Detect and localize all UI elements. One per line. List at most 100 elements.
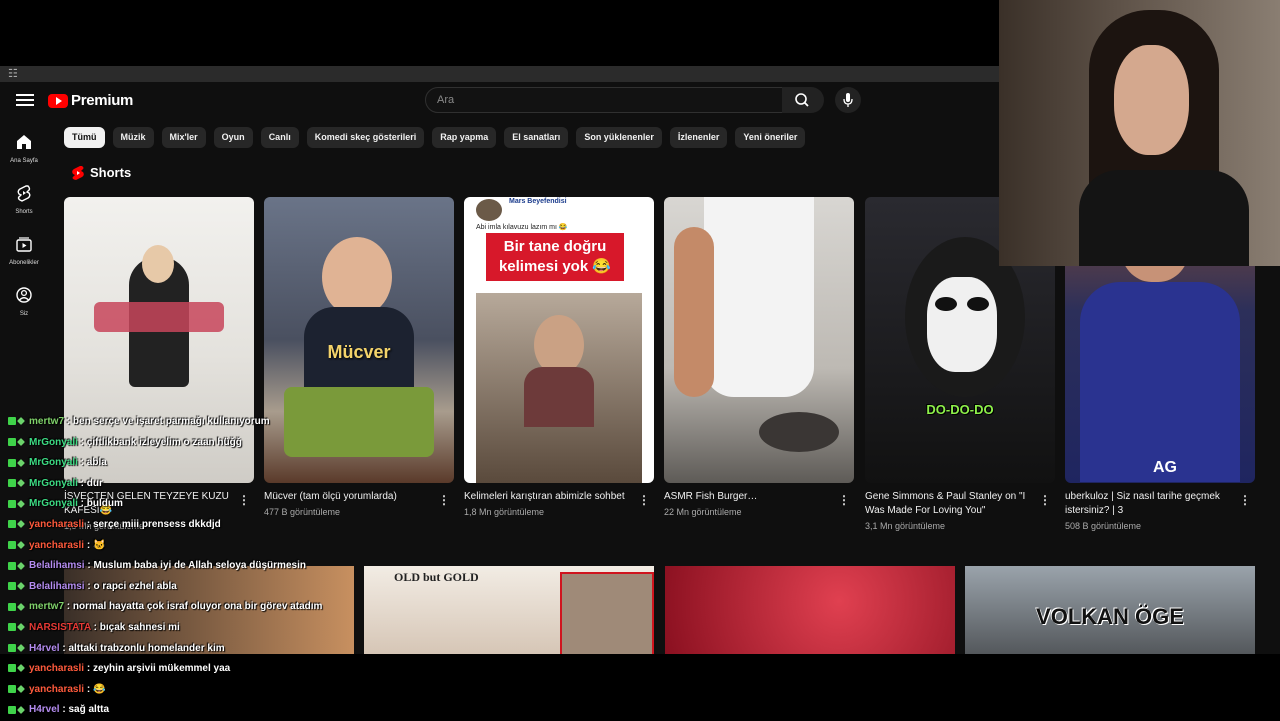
- chip-mixes[interactable]: Mix'ler: [161, 127, 206, 148]
- short-card[interactable]: ASMR Fish Burger… 22 Mn görüntüleme ⋮: [664, 197, 854, 517]
- short-title[interactable]: uberkuloz | Siz nasıl tarihe geçmek iste…: [1065, 490, 1255, 518]
- chat-username[interactable]: yancharasli: [29, 663, 84, 674]
- kick-badge-icon: [8, 540, 16, 549]
- chat-username[interactable]: MrGonyali: [29, 457, 78, 468]
- chip-live[interactable]: Canlı: [260, 127, 299, 148]
- subscriptions-icon: [16, 237, 32, 252]
- short-views: 508 B görüntüleme: [1065, 521, 1142, 531]
- account-icon: [16, 287, 32, 303]
- more-options-icon[interactable]: ⋮: [638, 493, 650, 507]
- chat-username[interactable]: MrGonyali: [29, 498, 78, 509]
- youtube-play-icon: [48, 93, 68, 108]
- short-overlay-text: Bir tane doğru kelimesi yok 😂: [486, 233, 624, 281]
- chip-crafts[interactable]: El sanatları: [504, 127, 569, 148]
- chat-username[interactable]: yancharasli: [29, 684, 84, 695]
- chat-message: MrGonyali : buldum: [8, 494, 468, 515]
- chat-username[interactable]: NARSISTATA: [29, 622, 91, 633]
- chat-separator: :: [64, 601, 73, 613]
- search-box: [425, 87, 784, 113]
- sidebar-item-shorts[interactable]: Shorts: [0, 181, 48, 232]
- sidebar-item-home[interactable]: Ana Sayfa: [0, 130, 48, 181]
- chat-username[interactable]: mertw7: [29, 416, 64, 427]
- kick-badge-icon: [8, 499, 16, 508]
- chip-gaming[interactable]: Oyun: [213, 127, 253, 148]
- sub-badge-icon: [17, 561, 25, 570]
- chat-separator: :: [84, 683, 93, 695]
- more-options-icon[interactable]: ⋮: [838, 493, 850, 507]
- chat-text: Muslum baba iyi de Allah seloya düşürmes…: [93, 560, 306, 572]
- kick-badge-icon: [8, 623, 16, 632]
- chat-text: o rapci ezhel abla: [93, 580, 177, 592]
- chat-text: 🐱: [92, 539, 106, 551]
- short-title[interactable]: ASMR Fish Burger…: [664, 490, 854, 504]
- more-options-icon[interactable]: ⋮: [1039, 493, 1051, 507]
- search-icon: [795, 93, 809, 107]
- sub-badge-icon: [17, 437, 25, 446]
- chat-username[interactable]: H4rvel: [29, 643, 60, 654]
- brand-label: Premium: [71, 92, 134, 109]
- sidebar-item-subscriptions[interactable]: Abonelikler: [0, 232, 48, 283]
- chat-message: yancharasli : 🐱: [8, 536, 468, 557]
- chip-recently-uploaded[interactable]: Son yüklenenler: [576, 127, 662, 148]
- chat-message: yancharasli : serçe miii prensess dkkdjd: [8, 515, 468, 536]
- chat-username[interactable]: MrGonyali: [29, 437, 78, 448]
- kick-badge-icon: [8, 520, 16, 529]
- post-text: Abi imla kılavuzu lazım mı 😂: [476, 224, 568, 231]
- short-views: 1,8 Mn görüntüleme: [464, 507, 545, 517]
- chip-sketch-comedy[interactable]: Komedi skeç gösterileri: [306, 127, 425, 148]
- menu-icon[interactable]: [16, 91, 34, 107]
- short-views: 22 Mn görüntüleme: [664, 507, 742, 517]
- video-thumbnail[interactable]: [665, 566, 955, 654]
- sidebar-item-you[interactable]: Siz: [0, 283, 48, 334]
- sub-badge-icon: [17, 664, 25, 673]
- sub-badge-icon: [17, 705, 25, 714]
- chat-separator: :: [84, 518, 93, 530]
- sub-badge-icon: [17, 499, 25, 508]
- video-thumbnail[interactable]: VOLKAN ÖGE: [965, 566, 1255, 654]
- short-card[interactable]: Mars Beyefendisi Abi imla kılavuzu lazım…: [464, 197, 654, 517]
- chat-text: normal hayatta çok israf oluyor ona bir …: [72, 601, 323, 613]
- sidebar-item-label: Siz: [19, 311, 29, 317]
- sub-badge-icon: [17, 520, 25, 529]
- chat-message: mertw7 : ben serçe ve işaret parmağı kul…: [8, 412, 468, 433]
- chat-message: MrGonyali : çiftlikbank izleyelim o zaan…: [8, 433, 468, 454]
- chat-username[interactable]: yancharasli: [29, 519, 84, 530]
- kick-badge-icon: [8, 417, 16, 426]
- home-icon: [17, 135, 31, 149]
- short-overlay-text: Mücver: [327, 342, 391, 362]
- chat-username[interactable]: mertw7: [29, 601, 64, 612]
- kick-badge-icon: [8, 479, 16, 488]
- short-title[interactable]: Kelimeleri karıştıran abimizle sohbet: [464, 490, 654, 504]
- chat-text: zeyhin arşivii mükemmel yaa: [92, 663, 231, 675]
- mic-icon: [843, 93, 853, 107]
- chip-rap[interactable]: Rap yapma: [432, 127, 497, 148]
- chip-all[interactable]: Tümü: [64, 127, 105, 148]
- chat-message: Belalihamsi : o rapci ezhel abla: [8, 577, 468, 598]
- chip-music[interactable]: Müzik: [112, 127, 154, 148]
- chip-watched[interactable]: İzlenenler: [669, 127, 728, 148]
- chat-username[interactable]: MrGonyali: [29, 478, 78, 489]
- more-options-icon[interactable]: ⋮: [1239, 493, 1251, 507]
- voice-search-button[interactable]: [835, 87, 861, 113]
- chat-username[interactable]: Belalihamsi: [29, 581, 85, 592]
- short-thumbnail[interactable]: [664, 197, 854, 483]
- chip-new-to-you[interactable]: Yeni öneriler: [735, 127, 806, 148]
- sub-badge-icon: [17, 479, 25, 488]
- kick-badge-icon: [8, 643, 16, 652]
- sidebar: Ana Sayfa Shorts Abonelikler Siz: [0, 130, 48, 334]
- post-author: Mars Beyefendisi: [509, 198, 567, 205]
- search-button[interactable]: [782, 87, 824, 113]
- sub-badge-icon: [17, 685, 25, 694]
- short-title[interactable]: Gene Simmons & Paul Stanley on "I Was Ma…: [865, 490, 1055, 518]
- youtube-logo[interactable]: Premium: [48, 92, 133, 109]
- chat-separator: :: [64, 416, 73, 427]
- short-overlay-text: DO-DO-DO: [926, 402, 994, 417]
- chat-username[interactable]: H4rvel: [29, 704, 60, 715]
- chat-text: serçe miii prensess dkkdjd: [92, 518, 221, 530]
- kick-badge-icon: [8, 602, 16, 611]
- chat-username[interactable]: yancharasli: [29, 540, 84, 551]
- sidebar-item-label: Abonelikler: [9, 260, 39, 266]
- search-input[interactable]: [435, 93, 759, 107]
- short-thumbnail[interactable]: Mars Beyefendisi Abi imla kılavuzu lazım…: [464, 197, 654, 483]
- chat-username[interactable]: Belalihamsi: [29, 560, 85, 571]
